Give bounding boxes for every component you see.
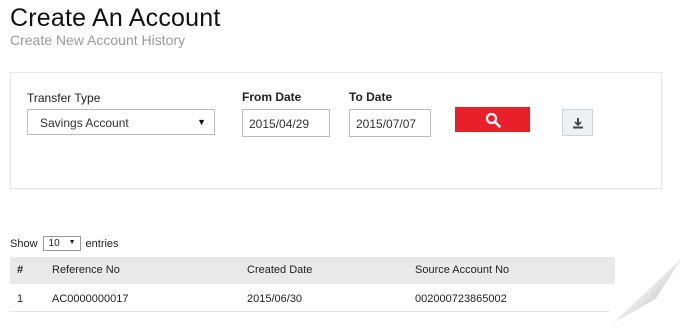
- search-icon: [485, 112, 501, 128]
- page-subtitle: Create New Account History: [10, 32, 186, 48]
- page-title: Create An Account: [10, 4, 221, 32]
- download-icon: [572, 117, 583, 128]
- column-header-index[interactable]: #: [17, 264, 23, 276]
- to-date-label: To Date: [349, 90, 393, 104]
- row-1-created-date: 2015/06/30: [247, 293, 303, 305]
- transfer-type-select[interactable]: Savings Account ▼: [27, 109, 215, 135]
- row-divider: [10, 311, 610, 312]
- chevron-down-icon: ▼: [197, 117, 206, 127]
- page-length-value: 10: [48, 238, 60, 249]
- filter-panel: Transfer Type Savings Account ▼ From Dat…: [10, 72, 662, 189]
- row-1-reference-no: AC0000000017: [52, 293, 129, 305]
- column-header-created-date[interactable]: Created Date: [247, 264, 312, 276]
- transfer-type-label: Transfer Type: [27, 91, 101, 105]
- row-1-source-account-no: 002000723865002: [415, 293, 507, 305]
- chevron-down-icon: ▼: [68, 239, 76, 246]
- transfer-type-value: Savings Account: [40, 116, 129, 130]
- entries-label: entries: [85, 237, 119, 250]
- to-date-input[interactable]: 2015/07/07: [349, 109, 431, 137]
- page-length-control: Show 10 ▼ entries: [10, 236, 119, 251]
- from-date-label: From Date: [242, 90, 302, 104]
- download-button[interactable]: [562, 109, 593, 136]
- row-1-index: 1: [17, 293, 24, 305]
- search-button[interactable]: [455, 107, 530, 132]
- from-date-input[interactable]: 2015/04/29: [242, 109, 330, 137]
- page-length-select[interactable]: 10 ▼: [42, 236, 81, 251]
- show-label: Show: [10, 237, 38, 250]
- column-header-source-account-no[interactable]: Source Account No: [415, 264, 509, 276]
- column-header-reference-no[interactable]: Reference No: [52, 264, 120, 276]
